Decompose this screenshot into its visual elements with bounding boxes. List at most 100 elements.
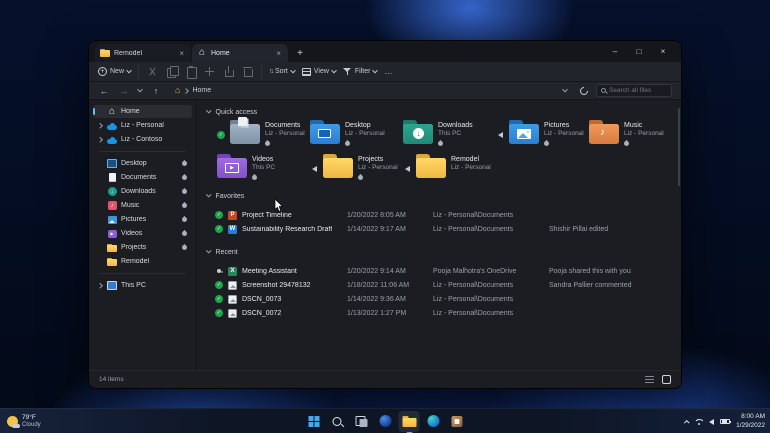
file-row[interactable]: Project Timeline 1/20/2022 8:05 AM Liz -… bbox=[207, 208, 677, 222]
search-icon bbox=[601, 88, 606, 93]
sort-button[interactable]: ↑↓ Sort bbox=[269, 67, 296, 75]
file-explorer-window: Remodel × Home × + – □ × bbox=[88, 40, 682, 389]
share-icon[interactable] bbox=[222, 65, 235, 78]
sidebar-item[interactable]: This PC bbox=[93, 279, 192, 292]
weather-widget[interactable]: 79°F Cloudy bbox=[7, 409, 41, 433]
refresh-button[interactable] bbox=[578, 84, 590, 97]
sidebar-item[interactable]: Remodel bbox=[93, 255, 192, 268]
quick-access-tile[interactable]: Desktop Liz - Personal bbox=[300, 120, 393, 154]
battery-icon[interactable] bbox=[720, 418, 732, 425]
sidebar-item-label: Home bbox=[121, 108, 140, 115]
quick-access-tile[interactable]: Music Liz - Personal bbox=[579, 120, 672, 154]
wifi-icon[interactable] bbox=[694, 418, 703, 425]
scrollbar[interactable] bbox=[678, 108, 680, 186]
tab-icon bbox=[197, 48, 207, 58]
more-options-button[interactable]: … bbox=[384, 67, 393, 76]
file-status-icon bbox=[215, 267, 223, 275]
file-location: Pooja Malhotra's OneDrive bbox=[433, 267, 517, 275]
file-row[interactable]: Sustainability Research Draft 1/14/2022 … bbox=[207, 222, 677, 236]
file-row[interactable]: DSCN_0073 1/14/2022 9:36 AM Liz - Person… bbox=[207, 292, 677, 306]
details-view-icon[interactable] bbox=[645, 375, 654, 384]
quick-access-tile[interactable]: Downloads This PC bbox=[393, 120, 486, 154]
sidebar-item-label: Projects bbox=[121, 244, 147, 251]
explorer-tab[interactable]: Home × bbox=[192, 44, 288, 62]
quick-access-tile[interactable]: Projects Liz - Personal bbox=[300, 154, 398, 188]
file-row[interactable]: Meeting Assistant 1/20/2022 9:14 AM Pooj… bbox=[207, 264, 677, 278]
file-explorer-icon[interactable] bbox=[398, 410, 420, 433]
back-button[interactable]: ← bbox=[98, 86, 110, 96]
sidebar-item[interactable]: Downloads bbox=[93, 185, 192, 198]
quick-access-tile[interactable]: Documents Liz - Personal bbox=[207, 117, 305, 154]
file-row[interactable]: DSCN_0072 1/13/2022 1:27 PM Liz - Person… bbox=[207, 306, 677, 320]
search-input[interactable] bbox=[609, 87, 669, 94]
close-button[interactable]: × bbox=[651, 41, 675, 62]
tab-close-icon[interactable]: × bbox=[274, 49, 283, 58]
recent-locations-button[interactable] bbox=[137, 86, 143, 92]
sidebar-item-label: Music bbox=[121, 202, 140, 209]
status-bar: 14 items bbox=[89, 370, 681, 388]
pin-icon bbox=[180, 201, 189, 210]
sidebar-item-label: Videos bbox=[121, 230, 143, 237]
search-box[interactable] bbox=[596, 84, 672, 97]
maximize-button[interactable]: □ bbox=[627, 41, 651, 62]
pin-icon bbox=[180, 215, 189, 224]
clock[interactable]: 8:00 AM 1/29/2022 bbox=[736, 413, 765, 429]
quick-access-header[interactable]: Quick access bbox=[206, 106, 677, 118]
pin-icon bbox=[180, 229, 189, 238]
file-row[interactable]: Screenshot 29478132 1/18/2022 11:06 AM L… bbox=[207, 278, 677, 292]
recent-header[interactable]: Recent bbox=[206, 246, 677, 258]
file-location: Liz - Personal\Documents bbox=[433, 295, 514, 303]
volume-icon[interactable] bbox=[709, 418, 715, 425]
new-tab-button[interactable]: + bbox=[292, 45, 308, 61]
cut-icon[interactable] bbox=[146, 65, 159, 78]
file-status-icon bbox=[215, 211, 223, 219]
sidebar-item-icon bbox=[107, 257, 117, 267]
minimize-button[interactable]: – bbox=[603, 41, 627, 62]
file-date: 1/13/2022 1:27 PM bbox=[347, 309, 407, 317]
window-controls: – □ × bbox=[603, 41, 675, 62]
new-button[interactable]: + New bbox=[98, 67, 132, 76]
filter-button[interactable]: Filter bbox=[342, 67, 379, 76]
file-status-icon bbox=[403, 165, 411, 173]
sidebar-item[interactable]: Videos bbox=[93, 227, 192, 240]
sidebar-item[interactable]: Pictures bbox=[93, 213, 192, 226]
widgets-icon[interactable] bbox=[375, 411, 396, 432]
expand-chevron-icon[interactable] bbox=[97, 123, 103, 128]
task-view-icon[interactable] bbox=[351, 411, 372, 432]
breadcrumb[interactable]: ⌂ Home bbox=[170, 84, 572, 97]
sidebar-item-icon bbox=[107, 201, 117, 211]
quick-access-tile[interactable]: Pictures Liz - Personal bbox=[486, 120, 584, 154]
view-button[interactable]: View bbox=[301, 67, 337, 76]
rename-icon[interactable] bbox=[203, 65, 216, 78]
sidebar-item-label: Liz - Personal bbox=[121, 122, 164, 129]
large-icons-view-icon[interactable] bbox=[662, 375, 671, 384]
address-dropdown-icon[interactable] bbox=[562, 86, 568, 92]
hidden-icons-chevron-icon[interactable] bbox=[683, 420, 689, 426]
paste-icon[interactable] bbox=[184, 65, 198, 79]
search-icon[interactable] bbox=[327, 411, 348, 432]
favorites-header[interactable]: Favorites bbox=[206, 190, 677, 202]
expand-chevron-icon[interactable] bbox=[97, 137, 103, 142]
pin-icon bbox=[263, 139, 272, 147]
copy-icon[interactable] bbox=[165, 65, 180, 78]
sidebar-item[interactable]: Projects bbox=[93, 241, 192, 254]
quick-access-tile[interactable]: Videos This PC bbox=[207, 154, 300, 188]
sidebar-item[interactable]: Music bbox=[93, 199, 192, 212]
expand-chevron-icon[interactable] bbox=[97, 283, 103, 288]
forward-button[interactable]: → bbox=[118, 86, 130, 96]
quick-access-tile[interactable]: Remodel Liz - Personal bbox=[393, 154, 491, 188]
tab-close-icon[interactable]: × bbox=[177, 49, 186, 58]
up-button[interactable]: ↑ bbox=[150, 86, 162, 96]
sidebar-item-icon bbox=[107, 107, 117, 117]
sidebar-item[interactable]: Desktop bbox=[93, 157, 192, 170]
chevron-down-icon bbox=[290, 67, 296, 73]
sidebar-item[interactable]: Liz - Personal bbox=[93, 119, 192, 132]
office-icon[interactable] bbox=[447, 411, 468, 432]
sidebar-item[interactable]: Liz - Contoso bbox=[93, 133, 192, 146]
sidebar-item[interactable]: Home bbox=[93, 105, 192, 118]
start-icon[interactable] bbox=[303, 411, 324, 432]
explorer-tab[interactable]: Remodel × bbox=[95, 44, 191, 62]
edge-icon[interactable] bbox=[423, 411, 444, 432]
sidebar-item[interactable]: Documents bbox=[93, 171, 192, 184]
delete-icon[interactable] bbox=[241, 65, 254, 78]
